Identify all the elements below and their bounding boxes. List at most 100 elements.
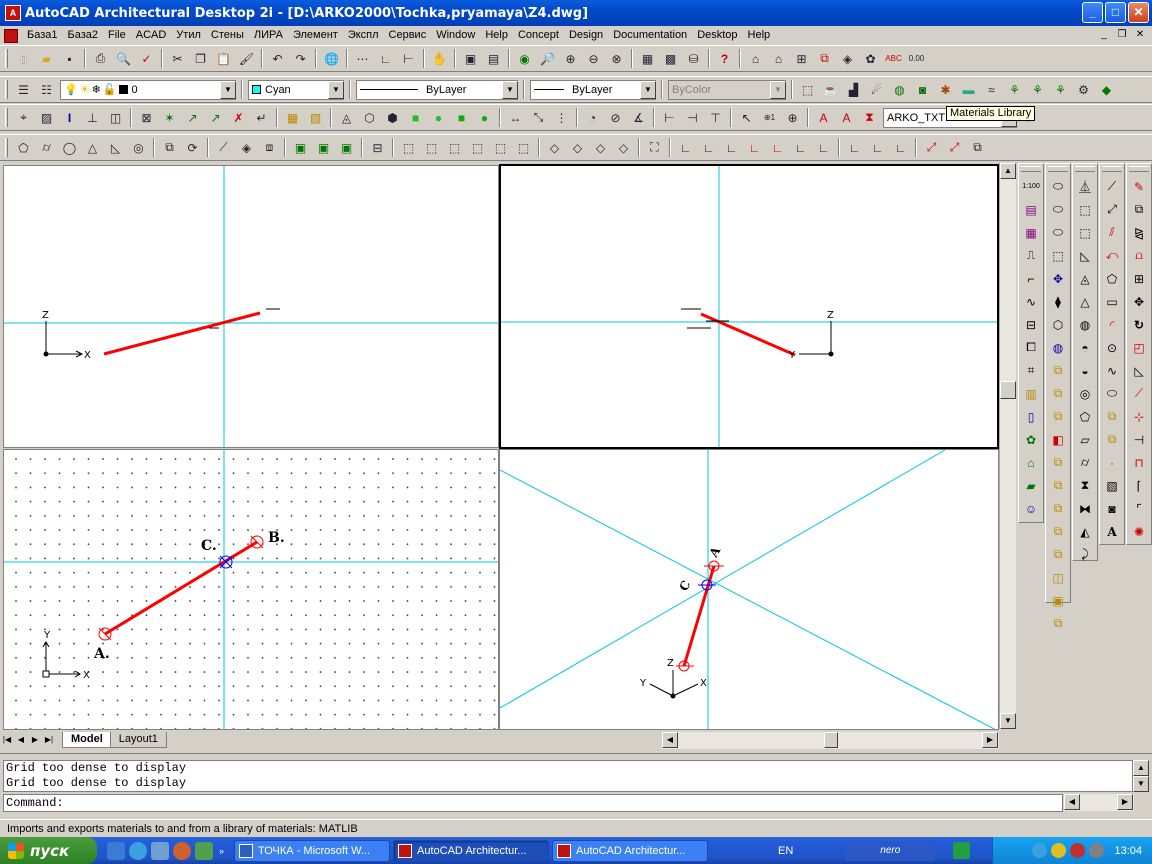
left-view-icon[interactable]: ⬚ [444, 138, 465, 158]
undo-icon[interactable]: ↶ [267, 49, 288, 69]
dim-leader-icon[interactable]: ↵ [251, 108, 272, 128]
hatch-icon[interactable]: ▤ [1020, 199, 1042, 220]
minimize-button[interactable]: _ [1082, 2, 1103, 23]
render-fog-icon[interactable]: ≈ [981, 80, 1002, 100]
block-icon[interactable]: ⊠ [136, 108, 157, 128]
explode-object-icon[interactable]: ✺ [1128, 521, 1150, 542]
dim-radius-icon[interactable]: ◔ [582, 108, 603, 128]
database-icon[interactable]: ⛁ [683, 49, 704, 69]
surface-cube-icon[interactable]: ⬚ [1074, 222, 1096, 243]
linetype-combo[interactable]: ByLayer ▼ [356, 79, 518, 100]
move-icon[interactable]: ✥ [1128, 291, 1150, 312]
vertical-scroll-thumb[interactable] [1000, 381, 1016, 399]
zoom-previous-icon[interactable]: ⊖ [583, 49, 604, 69]
dim-aligned-icon[interactable]: ↗ [205, 108, 226, 128]
make-block-icon[interactable]: ⧉ [1101, 429, 1123, 450]
torus-icon[interactable]: ◎ [128, 138, 149, 158]
surface-cone-icon[interactable]: △ [1074, 291, 1096, 312]
camera-icon[interactable]: ⛶ [644, 138, 665, 158]
hide-icon[interactable]: ◬ [336, 108, 357, 128]
autocad-app-icon[interactable]: A [5, 5, 21, 21]
doc-minimize-icon[interactable]: _ [1096, 28, 1112, 42]
aerial-view-icon[interactable]: ▣ [460, 49, 481, 69]
ucs-y-icon[interactable]: ∟ [867, 138, 888, 158]
3d-orbit-icon[interactable]: ◉ [514, 49, 535, 69]
stretch-icon[interactable]: ◺ [1128, 360, 1150, 381]
break-icon[interactable]: ⊓ [1128, 452, 1150, 473]
polyline-icon[interactable]: ⤺ [1101, 245, 1123, 266]
color-combo[interactable]: Cyan ▼ [248, 79, 344, 100]
dim-oblique-icon[interactable]: ⤡ [528, 108, 549, 128]
chevron-down-icon[interactable]: ▼ [770, 80, 786, 99]
shade-icon[interactable]: ⬡ [359, 108, 380, 128]
menu-file[interactable]: File [103, 27, 131, 44]
menu-expl[interactable]: Экспл [343, 27, 384, 44]
quick-launch-misc-icon[interactable] [195, 841, 213, 860]
surface-pyramid-icon[interactable]: ◬ [1074, 268, 1096, 289]
gouraud-sphere-icon[interactable]: ● [474, 108, 495, 128]
surface-sphere-icon[interactable]: ◍ [1074, 314, 1096, 335]
chevron-down-icon[interactable]: ▼ [640, 80, 656, 99]
command-history-scrollbar[interactable]: ▲ ▼ [1133, 760, 1149, 792]
arch-label-icon[interactable]: ABC [883, 49, 904, 69]
scroll-up-icon[interactable]: ▲ [1133, 760, 1149, 776]
surface-edge-icon[interactable]: ◭ [1074, 521, 1096, 542]
render-teapot-icon[interactable]: ☕ [820, 80, 841, 100]
doc-close-icon[interactable]: ✕ [1132, 28, 1148, 42]
menu-help-2[interactable]: Help [743, 27, 776, 44]
fillet-icon[interactable]: ⌜ [1128, 498, 1150, 519]
ortho-icon[interactable]: I [59, 108, 80, 128]
menu-concept[interactable]: Concept [513, 27, 564, 44]
cone-icon[interactable]: △ [82, 138, 103, 158]
dim-ordinate-icon[interactable]: ⋮ [551, 108, 572, 128]
tree-icon[interactable]: ✿ [1020, 429, 1042, 450]
surface-plane-icon[interactable]: ⏅ [1074, 176, 1096, 197]
solid-face-icon[interactable]: ◧ [1047, 429, 1069, 450]
tolerance-icon[interactable]: ⊕1 [759, 108, 780, 128]
lengthen-icon[interactable]: ⟋ [1128, 383, 1150, 404]
gouraud-box-icon[interactable]: ■ [451, 108, 472, 128]
distance-icon[interactable]: ⊢ [398, 49, 419, 69]
horizontal-scroll-thumb[interactable] [824, 732, 838, 748]
plotstyle-combo[interactable]: ByColor ▼ [668, 79, 786, 100]
surface-ruled-icon[interactable]: ⧓ [1074, 498, 1096, 519]
render-box-icon[interactable]: ⬚ [797, 80, 818, 100]
extrude-icon[interactable]: ⧉ [159, 138, 180, 158]
se-iso-icon[interactable]: ◇ [567, 138, 588, 158]
shaded-box-icon[interactable]: ■ [405, 108, 426, 128]
ucs-origin-icon[interactable]: ∟ [721, 138, 742, 158]
menu-walls[interactable]: Стены [206, 27, 249, 44]
ucs-named-icon[interactable]: ⤢ [944, 138, 965, 158]
doc-restore-icon[interactable]: ❐ [1114, 28, 1130, 42]
region-icon[interactable]: ⬠ [13, 138, 34, 158]
viewport-front[interactable]: Z X [3, 165, 499, 448]
design-center-icon[interactable]: ▩ [660, 49, 681, 69]
ellipse-draw-icon[interactable]: ⬭ [1101, 383, 1123, 404]
render-light-icon[interactable]: ☄ [866, 80, 887, 100]
solid-separate-icon[interactable]: ⧉ [1047, 498, 1069, 519]
command-horizontal-scrollbar[interactable]: ◀ ▶ [1064, 794, 1134, 811]
ellipse-3-icon[interactable]: ⬭ [1047, 222, 1069, 243]
toolbar-grip[interactable] [5, 138, 8, 157]
bottom-view-icon[interactable]: ⬚ [421, 138, 442, 158]
tray-antivirus-icon[interactable] [1070, 843, 1086, 858]
render-background-icon[interactable]: ▬ [958, 80, 979, 100]
horizontal-scrollbar[interactable]: ◀ ▶ [662, 732, 999, 749]
arch-object-icon[interactable]: ⧉ [814, 49, 835, 69]
arch-space-icon[interactable]: ⊞ [791, 49, 812, 69]
zoom-window-icon[interactable]: ⊕ [560, 49, 581, 69]
ucs-icon[interactable]: ∟ [375, 49, 396, 69]
solid-check-icon[interactable]: ⧉ [1047, 544, 1069, 565]
ucs-face-icon[interactable]: ∟ [813, 138, 834, 158]
dim-diameter-icon[interactable]: ⊘ [605, 108, 626, 128]
chevron-down-icon[interactable]: ▼ [328, 80, 344, 99]
pan-icon[interactable]: ✋ [429, 49, 450, 69]
zoom-realtime-icon[interactable]: 🔎 [537, 49, 558, 69]
solid-wedge-icon[interactable]: ⧫ [1047, 291, 1069, 312]
lineweight-combo[interactable]: ByLayer ▼ [530, 79, 656, 100]
materials-library-icon[interactable]: ◙ [912, 80, 933, 100]
surface-torus-icon[interactable]: ◎ [1074, 383, 1096, 404]
cut-icon[interactable]: ✂ [167, 49, 188, 69]
redo-icon[interactable]: ↷ [290, 49, 311, 69]
person-icon[interactable]: ☺ [1020, 498, 1042, 519]
